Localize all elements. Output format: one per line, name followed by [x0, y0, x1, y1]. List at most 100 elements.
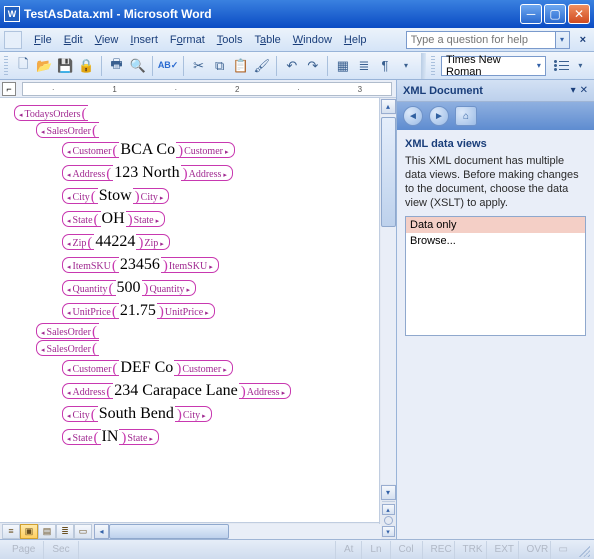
system-menu-icon[interactable]	[4, 31, 22, 49]
web-layout-view-icon[interactable]: ▣	[20, 524, 38, 539]
pane-menu-icon[interactable]: ▾	[571, 85, 576, 96]
show-marks-icon[interactable]: ¶	[375, 56, 394, 76]
doc-close-button[interactable]: ×	[576, 34, 590, 46]
xml-tag-unitprice[interactable]: UnitPrice	[62, 303, 119, 319]
scroll-down-icon[interactable]: ▾	[381, 485, 396, 500]
tab-selector[interactable]: ⌐	[2, 82, 16, 96]
menu-table[interactable]: Table	[248, 32, 286, 48]
resize-grip-icon[interactable]	[576, 543, 590, 557]
menu-insert[interactable]: Insert	[124, 32, 164, 48]
menu-tools[interactable]: Tools	[211, 32, 249, 48]
xml-tag-address[interactable]: Address	[62, 165, 113, 181]
xml-tag-state[interactable]: State	[62, 211, 101, 227]
print-layout-view-icon[interactable]: ▤	[38, 524, 56, 539]
new-doc-icon[interactable]: 🗋	[14, 56, 33, 76]
document-page[interactable]: TodaysOrdersSalesOrderCustomerBCA CoCust…	[0, 98, 396, 522]
xml-tag-city[interactable]: City	[133, 188, 170, 204]
minimize-button[interactable]: ─	[520, 4, 542, 24]
toolbar-grip[interactable]	[4, 56, 8, 76]
maximize-button[interactable]: ▢	[544, 4, 566, 24]
xml-tag-salesorder[interactable]: SalesOrder	[36, 323, 99, 339]
xml-tag-zip[interactable]: Zip	[62, 234, 94, 250]
nav-back-icon[interactable]: ◄	[403, 106, 423, 126]
help-search-input[interactable]	[406, 31, 556, 49]
data-view-item[interactable]: Data only	[406, 217, 585, 233]
hscroll-thumb[interactable]	[109, 524, 229, 539]
xml-tag-address[interactable]: Address	[62, 383, 113, 399]
toolbar-options-2-icon[interactable]: ▾	[571, 56, 590, 76]
open-icon[interactable]: 📂	[35, 56, 54, 76]
data-view-item[interactable]: Browse...	[406, 233, 585, 249]
menu-window[interactable]: Window	[287, 32, 338, 48]
xml-tag-unitprice[interactable]: UnitPrice	[157, 303, 215, 319]
xml-tag-city[interactable]: City	[62, 406, 98, 422]
xml-tag-customer[interactable]: Customer	[62, 142, 119, 158]
horizontal-ruler[interactable]: ⌐ ·1·2·3	[0, 80, 396, 98]
scroll-up-icon[interactable]: ▴	[381, 99, 396, 114]
nav-forward-icon[interactable]: ►	[429, 106, 449, 126]
xml-text[interactable]: South Bend	[98, 403, 175, 425]
menu-help[interactable]: Help	[338, 32, 373, 48]
scroll-left-icon[interactable]: ◂	[94, 524, 109, 539]
close-button[interactable]: ✕	[568, 4, 590, 24]
pane-close-icon[interactable]: ✕	[580, 85, 588, 96]
xml-tag-zip[interactable]: Zip	[136, 234, 169, 250]
copy-icon[interactable]: ⧉	[210, 56, 229, 76]
print-preview-icon[interactable]: 🔍	[128, 56, 147, 76]
xml-tag-itemsku[interactable]: ItemSKU	[62, 257, 119, 273]
status-ovr[interactable]: OVR	[518, 541, 550, 559]
xml-text[interactable]: 44224	[94, 231, 136, 253]
xml-text[interactable]: IN	[101, 426, 120, 448]
xml-tag-state[interactable]: State	[119, 429, 159, 445]
xml-tag-customer[interactable]: Customer	[176, 142, 234, 158]
xml-text[interactable]: 500	[116, 277, 142, 299]
xml-tag-quantity[interactable]: Quantity	[62, 280, 116, 296]
xml-text[interactable]: BCA Co	[119, 139, 176, 161]
status-ext[interactable]: EXT	[486, 541, 518, 559]
xml-tag-state[interactable]: State	[126, 211, 166, 227]
redo-icon[interactable]: ↷	[303, 56, 322, 76]
status-trk[interactable]: TRK	[454, 541, 486, 559]
menu-format[interactable]: Format	[164, 32, 211, 48]
prev-page-icon[interactable]: ▴	[382, 504, 395, 515]
xml-text[interactable]: 123 North	[113, 162, 180, 184]
format-painter-icon[interactable]: 🖌	[252, 56, 271, 76]
xml-tag-salesorder[interactable]: SalesOrder	[36, 340, 99, 356]
xml-tag-state[interactable]: State	[62, 429, 101, 445]
save-icon[interactable]: 💾	[56, 56, 75, 76]
toolbar-options-icon[interactable]: ▾	[397, 56, 416, 76]
status-lang-icon[interactable]: ▭	[550, 541, 576, 559]
nav-home-icon[interactable]: ⌂	[455, 106, 477, 126]
spellcheck-icon[interactable]: AB✓	[158, 56, 178, 76]
help-search-dropdown[interactable]: ▾	[556, 31, 570, 49]
outline-view-icon[interactable]: ≣	[56, 524, 74, 539]
menu-file[interactable]: File	[28, 32, 58, 48]
browse-object-icon[interactable]	[384, 516, 393, 525]
xml-tag-todaysorders[interactable]: TodaysOrders	[14, 105, 88, 121]
xml-text[interactable]: 21.75	[119, 300, 157, 322]
xml-tag-address[interactable]: Address	[239, 383, 291, 399]
data-view-list[interactable]: Data onlyBrowse...	[405, 216, 586, 336]
xml-tag-city[interactable]: City	[175, 406, 212, 422]
xml-text[interactable]: OH	[101, 208, 126, 230]
paste-icon[interactable]: 📋	[231, 56, 250, 76]
xml-text[interactable]: Stow	[98, 185, 133, 207]
vertical-scrollbar[interactable]: ▴ ▾ ▴ ▾	[379, 98, 396, 539]
font-selector[interactable]: Times New Roman▾	[441, 56, 546, 76]
status-rec[interactable]: REC	[422, 541, 454, 559]
xml-tag-city[interactable]: City	[62, 188, 98, 204]
menu-view[interactable]: View	[89, 32, 125, 48]
xml-tag-customer[interactable]: Customer	[174, 360, 232, 376]
print-icon[interactable]: 🖶	[107, 56, 126, 76]
xml-tag-itemsku[interactable]: ItemSKU	[161, 257, 219, 273]
cut-icon[interactable]: ✂	[189, 56, 208, 76]
normal-view-icon[interactable]: ≡	[2, 524, 20, 539]
xml-tag-address[interactable]: Address	[181, 165, 233, 181]
scroll-thumb[interactable]	[381, 117, 396, 227]
next-page-icon[interactable]: ▾	[382, 526, 395, 537]
permission-icon[interactable]: 🔒	[77, 56, 96, 76]
columns-icon[interactable]: ≣	[354, 56, 373, 76]
xml-tag-quantity[interactable]: Quantity	[142, 280, 197, 296]
xml-tag-customer[interactable]: Customer	[62, 360, 119, 376]
xml-tag-salesorder[interactable]: SalesOrder	[36, 122, 99, 138]
